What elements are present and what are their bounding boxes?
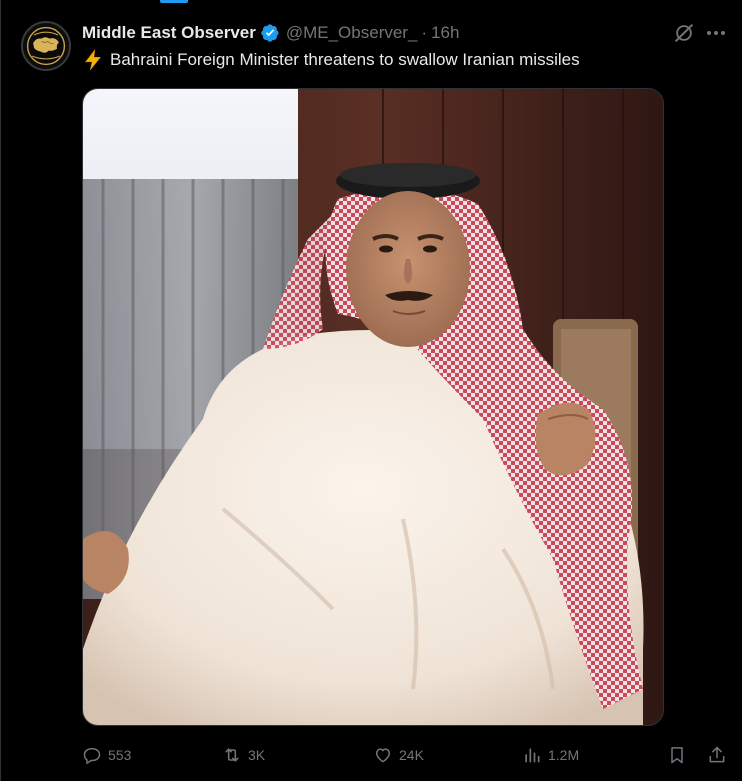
view-count: 1.2M bbox=[548, 747, 580, 763]
repost-icon bbox=[225, 748, 239, 762]
verified-badge-icon[interactable] bbox=[260, 23, 280, 43]
share-icon bbox=[709, 746, 725, 763]
author-name[interactable]: Middle East Observer bbox=[82, 23, 256, 43]
bookmark-button[interactable] bbox=[667, 742, 687, 768]
analytics-icon bbox=[525, 748, 540, 763]
reply-icon bbox=[83, 748, 101, 764]
tweet-card[interactable]: Middle East Observer @ME_Observer_ · 16h… bbox=[0, 0, 742, 781]
lightning-bolt-icon bbox=[82, 48, 104, 71]
repost-button[interactable]: 3K bbox=[222, 742, 265, 768]
bookmark-icon bbox=[671, 747, 683, 764]
like-button[interactable]: 24K bbox=[373, 742, 424, 768]
tweet-text: Bahraini Foreign Minister threatens to s… bbox=[110, 50, 580, 69]
separator-dot: · bbox=[421, 23, 428, 42]
like-count: 24K bbox=[399, 747, 424, 763]
photo-illustration bbox=[83, 89, 663, 725]
avatar[interactable] bbox=[21, 21, 71, 71]
map-logo-icon bbox=[24, 24, 68, 68]
tweet-actions: 553 3K 24K 1.2M bbox=[82, 742, 732, 768]
share-button[interactable] bbox=[707, 742, 727, 768]
tweet-image[interactable] bbox=[82, 88, 664, 726]
repost-count: 3K bbox=[248, 747, 266, 763]
reply-button[interactable]: 553 bbox=[82, 742, 131, 768]
author-handle[interactable]: @ME_Observer_ bbox=[286, 23, 418, 43]
reply-count: 553 bbox=[108, 747, 132, 763]
tweet-header: Middle East Observer @ME_Observer_ · 16h bbox=[82, 22, 459, 44]
heart-icon bbox=[376, 748, 390, 763]
views-button[interactable]: 1.2M bbox=[522, 742, 579, 768]
more-options-icon[interactable] bbox=[705, 22, 727, 44]
grok-icon[interactable] bbox=[673, 22, 695, 44]
timestamp[interactable]: 16h bbox=[431, 23, 459, 43]
tweet-text-row: Bahraini Foreign Minister threatens to s… bbox=[82, 48, 580, 71]
